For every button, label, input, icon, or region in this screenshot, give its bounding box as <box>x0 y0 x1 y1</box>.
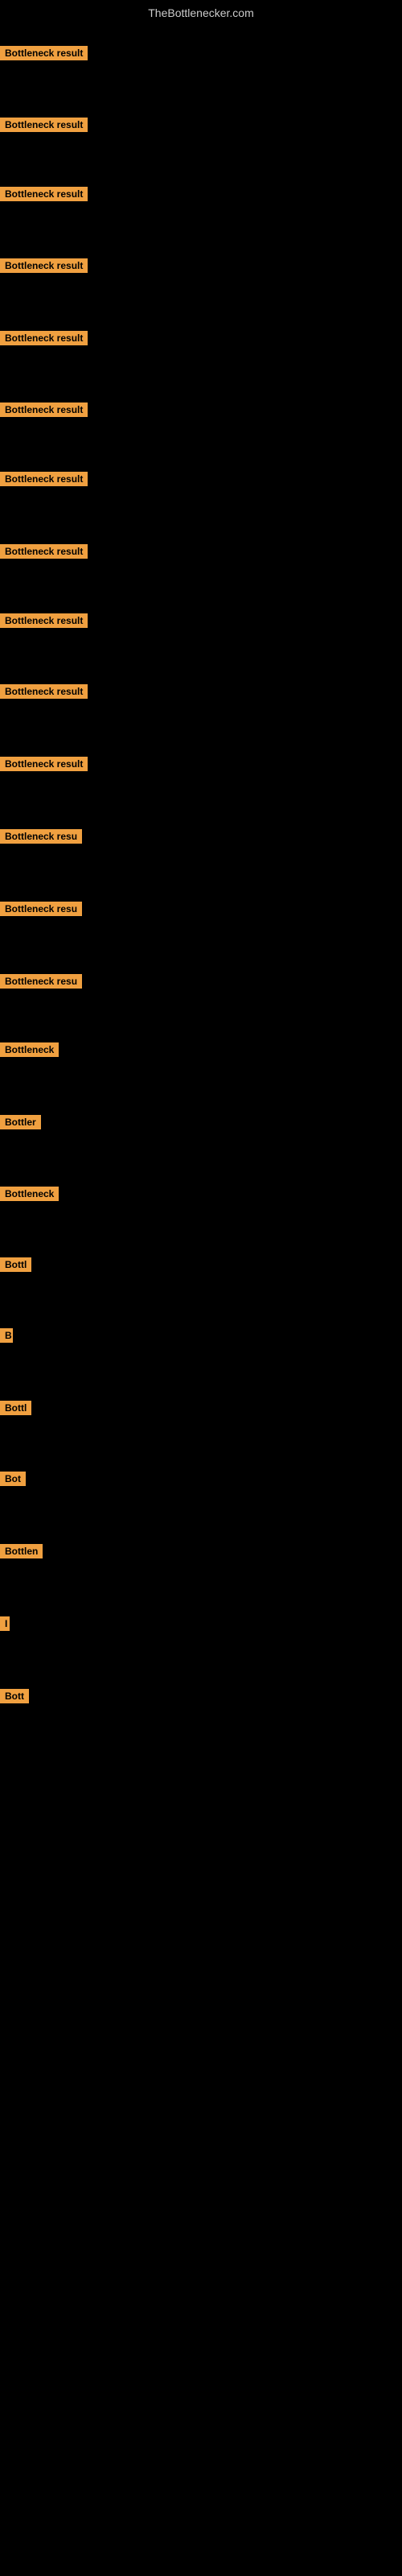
site-title: TheBottlenecker.com <box>0 0 402 23</box>
bottleneck-result-badge[interactable]: I <box>0 1616 10 1631</box>
bottleneck-result-badge[interactable]: Bottleneck result <box>0 46 88 60</box>
bottleneck-result-badge[interactable]: Bott <box>0 1689 29 1703</box>
bottleneck-badge-container: Bottleneck <box>0 1042 59 1061</box>
bottleneck-result-badge[interactable]: Bottleneck result <box>0 684 88 699</box>
bottleneck-result-badge[interactable]: Bottleneck result <box>0 258 88 273</box>
bottleneck-result-badge[interactable]: Bottleneck result <box>0 613 88 628</box>
bottleneck-badge-container: Bottl <box>0 1401 31 1419</box>
bottleneck-badge-container: Bottleneck result <box>0 472 88 490</box>
bottleneck-badge-container: Bottleneck resu <box>0 829 82 848</box>
bottleneck-badge-container: Bottleneck result <box>0 331 88 349</box>
bottleneck-badge-container: Bottleneck <box>0 1187 59 1205</box>
bottleneck-badge-container: Bottleneck result <box>0 118 88 136</box>
bottleneck-result-badge[interactable]: Bottler <box>0 1115 41 1129</box>
bottleneck-badge-container: Bot <box>0 1472 26 1490</box>
bottleneck-badge-container: I <box>0 1616 10 1635</box>
bottleneck-badge-container: Bottleneck resu <box>0 974 82 993</box>
bottleneck-result-badge[interactable]: Bottleneck result <box>0 544 88 559</box>
bottleneck-result-badge[interactable]: Bottleneck result <box>0 187 88 201</box>
bottleneck-result-badge[interactable]: Bottleneck resu <box>0 974 82 989</box>
bottleneck-badge-container: Bott <box>0 1689 29 1707</box>
bottleneck-badge-container: Bottleneck result <box>0 544 88 563</box>
bottleneck-result-badge[interactable]: Bottleneck <box>0 1187 59 1201</box>
bottleneck-badge-container: Bottleneck result <box>0 757 88 775</box>
bottleneck-badge-container: Bottleneck resu <box>0 902 82 920</box>
bottleneck-result-badge[interactable]: Bot <box>0 1472 26 1486</box>
bottleneck-result-badge[interactable]: B <box>0 1328 13 1343</box>
bottleneck-result-badge[interactable]: Bottleneck result <box>0 757 88 771</box>
bottleneck-result-badge[interactable]: Bottleneck result <box>0 331 88 345</box>
bottleneck-badge-container: Bottleneck result <box>0 187 88 205</box>
bottleneck-badge-container: Bottleneck result <box>0 46 88 64</box>
bottleneck-badge-container: B <box>0 1328 13 1347</box>
bottleneck-result-badge[interactable]: Bottleneck result <box>0 402 88 417</box>
bottleneck-result-badge[interactable]: Bottleneck result <box>0 472 88 486</box>
bottleneck-result-badge[interactable]: Bottlen <box>0 1544 43 1558</box>
bottleneck-result-badge[interactable]: Bottleneck resu <box>0 829 82 844</box>
bottleneck-result-badge[interactable]: Bottl <box>0 1401 31 1415</box>
bottleneck-badge-container: Bottler <box>0 1115 41 1133</box>
bottleneck-badge-container: Bottl <box>0 1257 31 1276</box>
bottleneck-result-badge[interactable]: Bottleneck result <box>0 118 88 132</box>
bottleneck-result-badge[interactable]: Bottleneck <box>0 1042 59 1057</box>
bottleneck-badge-container: Bottleneck result <box>0 258 88 277</box>
bottleneck-badge-container: Bottleneck result <box>0 402 88 421</box>
bottleneck-badge-container: Bottlen <box>0 1544 43 1563</box>
bottleneck-result-badge[interactable]: Bottl <box>0 1257 31 1272</box>
bottleneck-badge-container: Bottleneck result <box>0 613 88 632</box>
bottleneck-result-badge[interactable]: Bottleneck resu <box>0 902 82 916</box>
bottleneck-badge-container: Bottleneck result <box>0 684 88 703</box>
